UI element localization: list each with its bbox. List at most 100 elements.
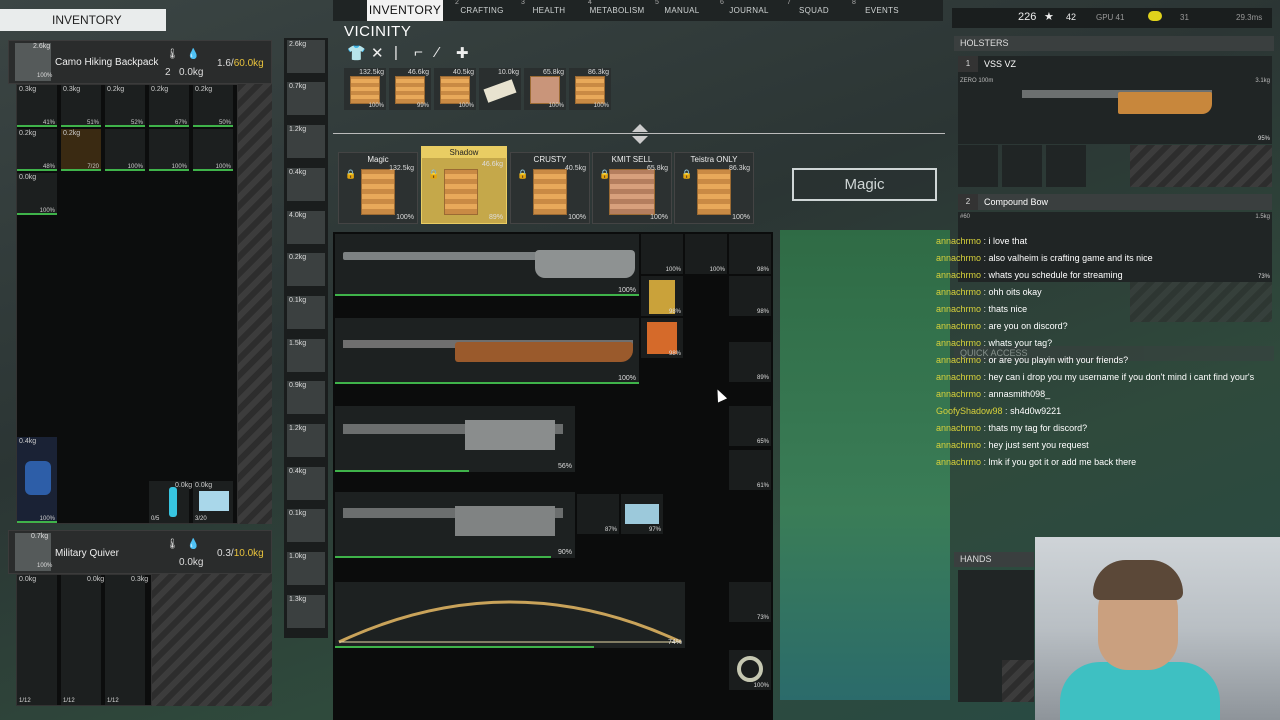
vicinity-crate[interactable]: 65.8kg 100% <box>524 68 566 110</box>
capacity-max: 60.0kg <box>233 58 264 69</box>
knife-filter-icon[interactable]: | <box>394 44 398 61</box>
vicinity-crate[interactable]: 46.6kg 99% <box>389 68 431 110</box>
item-knife[interactable]: 0.2kg 48% <box>17 129 57 171</box>
holster-slot-1[interactable]: 1 VSS VZ ZERO 100m 3.1kg 95% <box>958 56 1272 144</box>
tab-metabolism[interactable]: 4 METABOLISM <box>584 0 650 21</box>
container-kmit-sell[interactable]: KMIT SELL 🔒 65.8kg 100% <box>592 152 672 224</box>
chat-message: sh4d0w9221 <box>1010 406 1062 416</box>
item-ammo-box[interactable]: 0.2kg 7/20 <box>61 129 101 171</box>
equip-slot[interactable]: 0.7kg <box>287 82 325 115</box>
equip-slot[interactable]: 1.3kg <box>287 595 325 628</box>
item-arrow[interactable]: 0.3kg 1/12 <box>105 575 148 705</box>
tab-crafting[interactable]: 2 CRAFTING <box>451 0 513 21</box>
tab-health[interactable]: 3 HEALTH <box>517 0 581 21</box>
item-sight[interactable]: 89% <box>729 342 771 382</box>
vicinity-grid[interactable]: 100% 100% 56% 90% 74% 100% 100% 98% 98% … <box>333 232 773 720</box>
tab-hotkey: 2 <box>455 0 460 6</box>
item-ammo-box[interactable]: 98% <box>641 318 683 358</box>
vicinity-crate[interactable]: 132.5kg 100% <box>344 68 386 110</box>
item-rifle-wood[interactable]: 100% <box>335 318 639 384</box>
tools-filter-icon[interactable]: ✕ <box>371 44 384 62</box>
collapse-up-icon[interactable] <box>632 124 648 132</box>
item-arrows[interactable]: 0.0kg 100% <box>17 173 57 215</box>
tab-manual[interactable]: 5 MANUAL <box>651 0 713 21</box>
equip-slot[interactable]: 1.0kg <box>287 552 325 585</box>
holster-slot-2-header[interactable]: 2 Compound Bow <box>958 194 1272 210</box>
equip-slot[interactable]: 1.2kg <box>287 424 325 457</box>
medical-filter-icon[interactable]: ✚ <box>456 44 469 62</box>
gun-filter-icon[interactable]: ⌐ <box>414 44 423 61</box>
equip-slot[interactable]: 2.6kg <box>287 40 325 73</box>
item-tool[interactable]: 0.3kg 41% <box>17 85 57 127</box>
attachment-slot[interactable] <box>1002 145 1042 187</box>
equip-slot[interactable]: 0.2kg <box>287 253 325 286</box>
equip-slot[interactable]: 0.4kg <box>287 467 325 500</box>
container-durability: 100% <box>568 214 586 221</box>
stat-players: 42 <box>1066 12 1077 22</box>
item-ammo-box[interactable]: 97% <box>621 494 663 534</box>
collapse-down-icon[interactable] <box>632 136 648 144</box>
item-arrows[interactable]: 100% <box>105 129 145 171</box>
item-arrows[interactable]: 100% <box>193 129 233 171</box>
tab-events[interactable]: 8 EVENTS <box>848 0 916 21</box>
vicinity-paper[interactable]: 10.0kg <box>479 68 521 110</box>
clothing-filter-icon[interactable]: 👕 <box>347 44 366 62</box>
chat-message: whats your tag? <box>988 338 1053 348</box>
container-magic[interactable]: Magic 🔒 132.5kg 100% <box>338 152 418 224</box>
tab-squad[interactable]: 7 SQUAD <box>783 0 845 21</box>
container-crusty[interactable]: CRUSTY 🔒 40.5kg 100% <box>510 152 590 224</box>
vicinity-crate[interactable]: 86.3kg 100% <box>569 68 611 110</box>
item-screwdriver[interactable]: 0.2kg 52% <box>105 85 145 127</box>
tab-hotkey: 3 <box>521 0 526 6</box>
quiver-header[interactable]: 0.7kg 100% Military Quiver 🌡 💧 0.0kg 0.3… <box>8 530 272 574</box>
tool-filter-icon[interactable]: ⁄ <box>436 44 439 61</box>
item-bow[interactable]: 74% <box>335 582 685 648</box>
item-magazine[interactable]: 87% <box>577 494 619 534</box>
item-arrows[interactable]: 100% <box>149 129 189 171</box>
item-suppressor[interactable]: 65% <box>729 406 771 446</box>
item-pills[interactable]: 0.0kg 3/20 <box>193 481 233 523</box>
container-shadow[interactable]: Shadow 🔒 46.6kg 89% <box>421 146 507 224</box>
equip-slot[interactable]: 0.9kg <box>287 381 325 414</box>
item-water-bottle[interactable]: 0.0kg 0/5 <box>149 481 192 523</box>
tab-journal[interactable]: 6 JOURNAL <box>716 0 782 21</box>
item-arrows[interactable]: 98% <box>729 234 771 274</box>
item-rifle-ak[interactable]: 90% <box>335 492 575 558</box>
equip-slot[interactable]: 0.1kg <box>287 509 325 542</box>
item-screwdriver[interactable]: 0.2kg 67% <box>149 85 189 127</box>
item-rifle-sniper[interactable]: 100% <box>335 234 639 296</box>
container-teistra-only[interactable]: Teistra ONLY 🔒 86.3kg 100% <box>674 152 754 224</box>
vicinity-crate[interactable]: 40.5kg 100% <box>434 68 476 110</box>
item-suppressor[interactable]: 61% <box>729 450 771 490</box>
equip-slot[interactable]: 0.4kg <box>287 168 325 201</box>
item-rifle-ar[interactable]: 56% <box>335 406 575 472</box>
quiver-grid[interactable]: 0.0kg 1/12 0.0kg 1/12 0.3kg 1/12 <box>16 574 152 706</box>
item-arrow[interactable]: 73% <box>729 582 771 622</box>
item-screwdriver[interactable]: 0.3kg 51% <box>61 85 101 127</box>
item-jacket[interactable]: 0.4kg 100% <box>17 437 57 523</box>
chat-message: lmk if you got it or add me back there <box>988 457 1137 467</box>
item-magazine[interactable]: 100% <box>641 234 683 274</box>
item-magazine[interactable]: 100% <box>685 234 727 274</box>
tab-inventory[interactable]: INVENTORY <box>367 0 443 21</box>
attachment-slot[interactable] <box>958 145 998 187</box>
webcam-person-hair <box>1093 560 1183 600</box>
equip-slot[interactable]: 4.0kg <box>287 211 325 244</box>
item-durability: 74% <box>667 639 682 646</box>
item-tape[interactable]: 100% <box>729 650 771 690</box>
item-ammo-box[interactable]: 98% <box>641 276 683 316</box>
item-screwdriver[interactable]: 0.2kg 50% <box>193 85 233 127</box>
backpack-grid[interactable]: 0.3kg 41% 0.3kg 51% 0.2kg 52% 0.2kg 67% 0.2k… <box>16 84 238 524</box>
container-name-button[interactable]: Magic <box>792 168 937 201</box>
equip-slot[interactable]: 0.1kg <box>287 296 325 329</box>
item-durability: 98% <box>668 309 681 315</box>
backpack-header[interactable]: 2.6kg 100% Camo Hiking Backpack 🌡 2 💧 0.… <box>8 40 272 84</box>
crate-durability: 99% <box>416 103 429 109</box>
holsters-header: HOLSTERS <box>954 36 1274 51</box>
attachment-slot[interactable] <box>1046 145 1086 187</box>
item-arrow[interactable]: 0.0kg 1/12 <box>17 575 57 705</box>
equip-slot[interactable]: 1.5kg <box>287 339 325 372</box>
equip-slot[interactable]: 1.2kg <box>287 125 325 158</box>
item-arrow[interactable]: 0.0kg 1/12 <box>61 575 104 705</box>
item-arrows[interactable]: 98% <box>729 276 771 316</box>
